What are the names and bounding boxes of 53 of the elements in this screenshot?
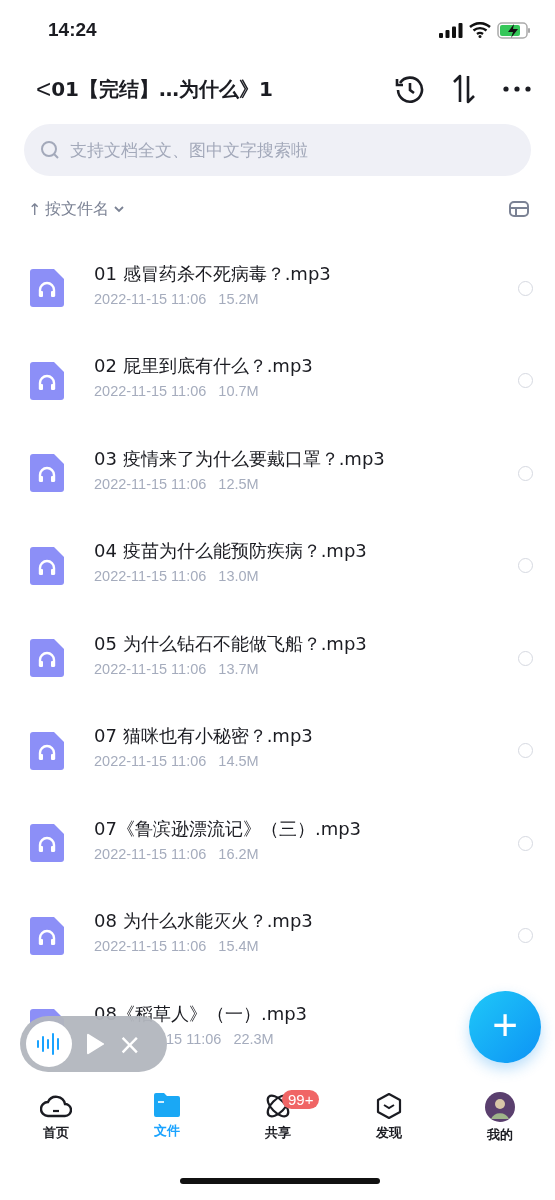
folder-title: 01【完结】…为什么》1	[51, 75, 274, 103]
file-size: 16.2M	[218, 845, 259, 862]
file-size: 22.3M	[233, 1030, 274, 1047]
back-button[interactable]: <	[36, 73, 52, 105]
file-name[interactable]: 08 为什么水能灭火？.mp3	[94, 911, 313, 933]
caret-icon	[113, 205, 126, 213]
more-icon[interactable]	[503, 86, 531, 92]
file-date: 15 11:06	[166, 1030, 222, 1047]
wifi-icon	[469, 22, 491, 38]
notification-badge: 99+	[282, 1090, 320, 1109]
file-date: 2022-11-15 11:06	[94, 845, 207, 862]
nav-tab[interactable]: 首页	[0, 1092, 111, 1144]
file-size: 15.2M	[218, 290, 259, 307]
file-size: 12.5M	[218, 475, 259, 492]
file-name[interactable]: 04 疫苗为什么能预防疾病？.mp3	[94, 541, 367, 563]
file-size: 13.0M	[218, 568, 259, 585]
file-date: 2022-11-15 11:06	[94, 383, 207, 400]
search-icon	[40, 140, 60, 160]
file-name[interactable]: 05 为什么钻石不能做飞船？.mp3	[94, 633, 367, 655]
file-date: 2022-11-15 11:06	[94, 475, 207, 492]
file-name[interactable]: 01 感冒药杀不死病毒？.mp3	[94, 263, 331, 285]
file-name[interactable]: 03 疫情来了为什么要戴口罩？.mp3	[94, 448, 385, 470]
nav-tab[interactable]: 共享 99+	[222, 1092, 333, 1144]
avatar-icon	[484, 1092, 515, 1122]
file-size: 14.5M	[218, 753, 259, 770]
file-size: 13.7M	[218, 660, 259, 677]
status-time: 14:24	[48, 19, 97, 41]
file-size: 15.4M	[218, 938, 259, 955]
file-date: 2022-11-15 11:06	[94, 660, 207, 677]
file-name[interactable]: 02 屁里到底有什么？.mp3	[94, 356, 313, 378]
nav-tab[interactable]: 我的	[444, 1092, 555, 1144]
cube-icon	[374, 1092, 403, 1120]
file-name[interactable]: 08《稻草人》（一）.mp3	[94, 1003, 308, 1025]
file-date: 2022-11-15 11:06	[94, 938, 207, 955]
sort-order-icon[interactable]	[451, 74, 477, 104]
battery-icon	[497, 21, 531, 39]
sort-dropdown[interactable]: ↑ 按文件名	[28, 198, 126, 220]
search-field[interactable]: 支持文档全文、图中文字搜索啦	[24, 124, 531, 176]
play-icon[interactable]	[86, 1033, 104, 1055]
file-date: 2022-11-15 11:06	[94, 290, 207, 307]
signal-icon	[439, 22, 463, 38]
file-date: 2022-11-15 11:06	[94, 568, 207, 585]
file-name[interactable]: 07《鲁滨逊漂流记》（三）.mp3	[94, 818, 362, 840]
file-date: 2022-11-15 11:06	[94, 753, 207, 770]
history-icon[interactable]	[395, 74, 425, 104]
nav-tab[interactable]: 发现	[333, 1092, 444, 1144]
search-input[interactable]: 支持文档全文、图中文字搜索啦	[68, 139, 515, 161]
view-toggle-icon[interactable]	[509, 201, 529, 217]
file-name[interactable]: 07 猫咪也有小秘密？.mp3	[94, 726, 313, 748]
waveform-button[interactable]	[26, 1021, 72, 1067]
file-size: 10.7M	[218, 383, 259, 400]
waveform-icon	[36, 1033, 62, 1055]
folder-icon	[152, 1092, 181, 1118]
